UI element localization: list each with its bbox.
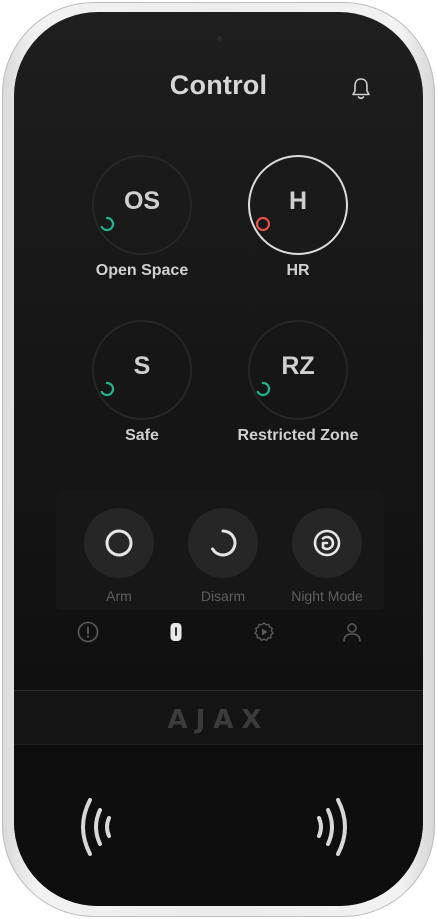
night-mode-icon — [313, 529, 341, 557]
ajax-logo: AJAX — [167, 705, 270, 735]
nfc-right-icon — [317, 798, 347, 856]
group-abbreviation: RZ — [281, 352, 315, 380]
group-ring[interactable]: S — [92, 320, 192, 420]
group-ring[interactable]: H — [248, 155, 348, 255]
disarmed-status-icon — [100, 381, 115, 397]
group-open-space[interactable]: OS Open Space — [67, 155, 217, 280]
group-name: Open Space — [95, 262, 189, 279]
group-restricted-zone[interactable]: RZ Restricted Zone — [223, 320, 373, 445]
keypad-device: Control OS Open Space H HR S Safe RZ Res… — [2, 2, 435, 917]
alert-circle-icon[interactable] — [76, 620, 100, 644]
group-name: Restricted Zone — [237, 427, 359, 444]
disarmed-status-icon — [100, 216, 115, 232]
night-mode-button-circle[interactable] — [292, 508, 362, 578]
brand-band: AJAX — [14, 691, 423, 745]
night-mode-label: Night Mode — [291, 588, 363, 604]
group-hr[interactable]: H HR — [223, 155, 373, 280]
group-abbreviation: H — [288, 187, 308, 215]
group-ring[interactable]: OS — [92, 155, 192, 255]
gear-icon[interactable] — [252, 620, 276, 644]
night-mode-button[interactable]: Night Mode — [282, 508, 372, 604]
disarm-open-circle-icon — [211, 529, 237, 557]
disarm-button-circle[interactable] — [188, 508, 258, 578]
armed-status-icon — [255, 216, 271, 232]
group-name: Safe — [125, 427, 159, 444]
keypad-icon[interactable] — [164, 620, 188, 644]
arm-button-circle[interactable] — [84, 508, 154, 578]
arm-label: Arm — [106, 588, 132, 604]
group-ring[interactable]: RZ — [248, 320, 348, 420]
bell-icon[interactable] — [349, 76, 373, 102]
group-abbreviation: OS — [123, 187, 161, 215]
nfc-left-icon — [81, 798, 111, 856]
disarmed-status-icon — [256, 381, 271, 397]
disarm-button[interactable]: Disarm — [178, 508, 268, 604]
group-abbreviation: S — [133, 352, 151, 380]
camera-dot — [217, 36, 222, 41]
arm-button[interactable]: Arm — [74, 508, 164, 604]
group-name: HR — [286, 262, 310, 279]
group-safe[interactable]: S Safe — [67, 320, 217, 445]
disarm-label: Disarm — [200, 588, 246, 604]
arm-circle-icon — [105, 529, 133, 557]
user-icon[interactable] — [340, 620, 364, 644]
security-mode-panel: Arm Disarm Night Mode — [56, 490, 384, 610]
touch-screen: Control OS Open Space H HR S Safe RZ Res… — [14, 12, 423, 906]
